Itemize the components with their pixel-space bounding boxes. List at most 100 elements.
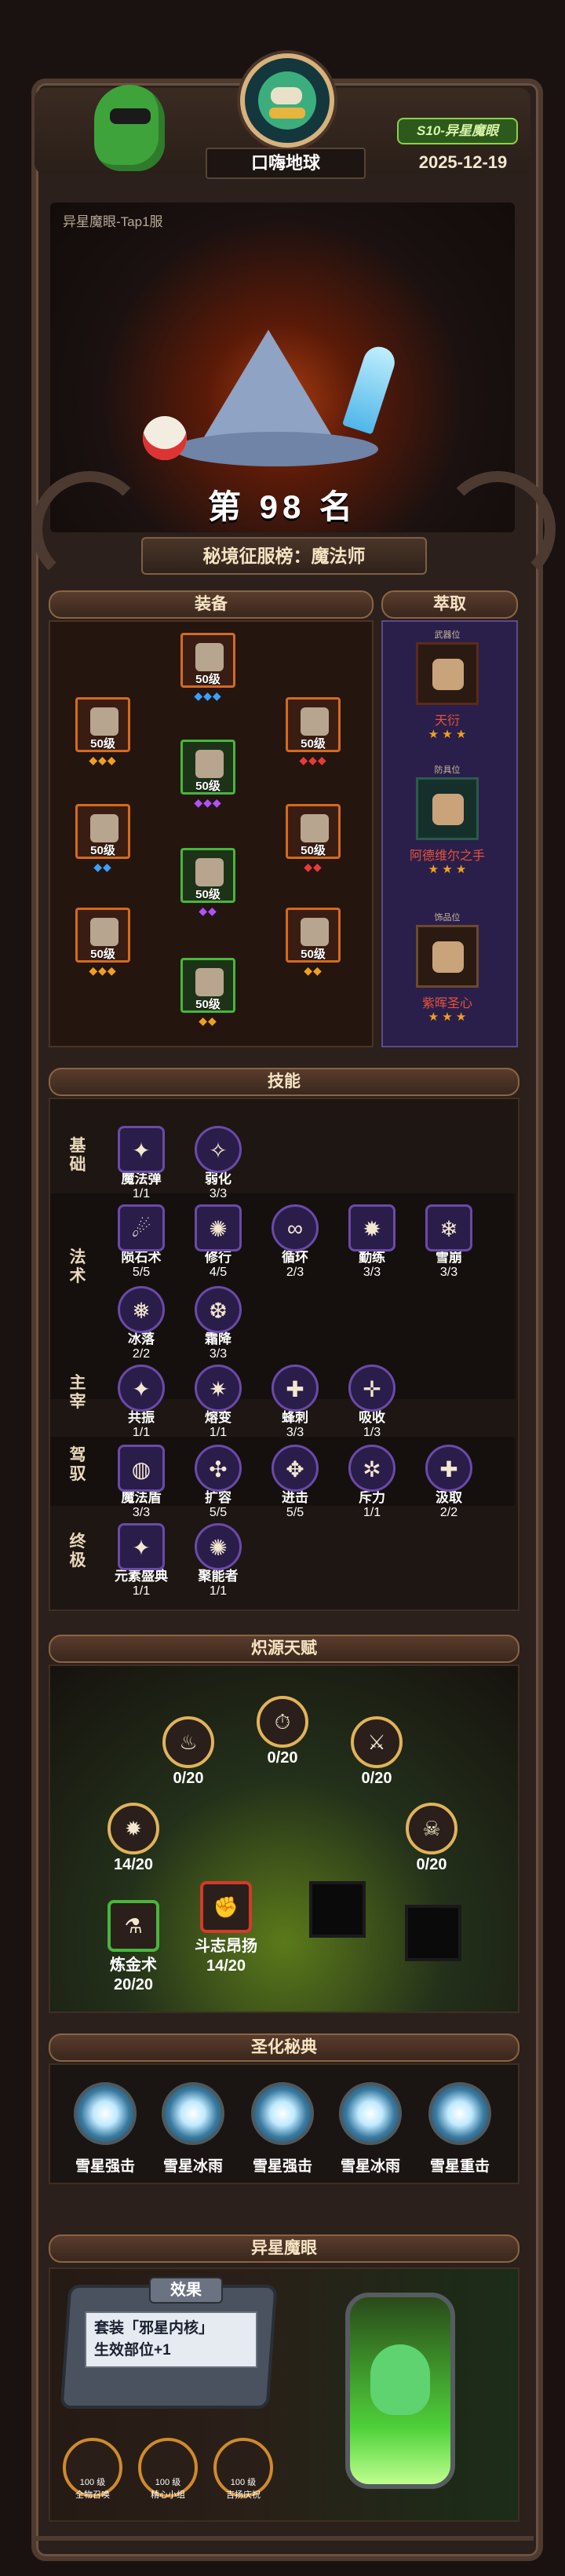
talent-glyph: ⚔	[367, 1730, 386, 1754]
skill-glyph: ✦	[132, 1377, 151, 1401]
talent-special[interactable]: ⚗ 炼金术 20/20	[102, 1900, 165, 1994]
talent-icon: ✹	[108, 1803, 159, 1854]
sacred-orb-icon[interactable]	[251, 2082, 314, 2145]
talent-title: 炽源天赋	[49, 1635, 519, 1663]
skill-glyph: ✺	[209, 1217, 228, 1241]
talent-special-icon: ⚗	[108, 1900, 159, 1952]
talent-node[interactable]: ⏱ 0/20	[251, 1696, 314, 1767]
skill-glyph: ❅	[132, 1299, 151, 1323]
skill-name: 勤练	[359, 1250, 385, 1265]
skill-item[interactable]: ✦ 元素盛典 1/1	[110, 1523, 173, 1599]
equipment-slot[interactable]: 50级	[180, 633, 235, 688]
talent-glyph: ✹	[125, 1817, 142, 1840]
skill-item[interactable]: ✺ 聚能者 1/1	[187, 1523, 250, 1599]
skill-item[interactable]: ✚ 蜂刺 3/3	[264, 1365, 326, 1440]
skill-name: 聚能者	[198, 1569, 239, 1584]
skill-item[interactable]: ✦ 魔法弹 1/1	[110, 1126, 173, 1201]
armor-icon	[432, 794, 464, 825]
skill-item[interactable]: ✚ 汲取 2/2	[417, 1445, 480, 1520]
alien-eye-mini[interactable]: 100 级吉扬庆祝	[213, 2438, 273, 2500]
equipment-level: 50级	[301, 737, 326, 751]
skill-item[interactable]: ✷ 熔变 1/1	[187, 1365, 250, 1440]
skills-title: 技能	[49, 1068, 519, 1096]
effect-tab: 效果	[149, 2277, 223, 2304]
equipment-level: 50级	[301, 844, 326, 857]
extract-slot-tag: 防具位	[434, 765, 461, 775]
talent-node[interactable]: ☠ 0/20	[400, 1803, 463, 1874]
skill-item[interactable]: ❄ 雪崩 3/3	[417, 1204, 480, 1280]
sacred-orb-icon[interactable]	[162, 2082, 224, 2145]
skill-item[interactable]: ❆ 霜降 3/3	[187, 1286, 250, 1361]
skill-item[interactable]: ✥ 进击 5/5	[264, 1445, 326, 1520]
skill-item[interactable]: ✹ 勤练 3/3	[341, 1204, 403, 1280]
skill-icon: ✛	[348, 1365, 396, 1412]
extract-armor-slot[interactable]	[416, 777, 479, 840]
skill-item[interactable]: ✛ 吸收 1/3	[341, 1365, 403, 1440]
talent-special[interactable]: ✊ 斗志昂扬 14/20	[195, 1881, 257, 1975]
alien-eye-mini[interactable]: 100 级全物召唤	[63, 2438, 122, 2500]
necklace-icon	[432, 941, 464, 973]
empty-talent-slot	[405, 1905, 461, 1961]
equipment-slot[interactable]: 50级	[75, 804, 130, 859]
skill-row-label: 法术	[69, 1248, 86, 1285]
skill-item[interactable]: ∞ 循环 2/3	[264, 1204, 326, 1280]
server-name: 异星魔眼-Tap1服	[63, 214, 163, 229]
talent-node[interactable]: ⚔ 0/20	[345, 1716, 408, 1788]
equipment-slot[interactable]: 50级	[180, 958, 235, 1013]
skill-item[interactable]: ✺ 修行 4/5	[187, 1204, 250, 1280]
skill-icon: ✷	[195, 1365, 242, 1412]
skill-item[interactable]: ✦ 共振 1/1	[110, 1365, 173, 1440]
footer-ornament	[31, 2536, 534, 2564]
equipment-item-icon	[90, 707, 118, 736]
skill-row-label: 主宰	[69, 1374, 86, 1411]
skill-name: 循环	[282, 1250, 308, 1265]
hero-figure	[143, 298, 399, 487]
equipment-slot[interactable]: 50级	[286, 908, 341, 963]
skill-count: 5/5	[286, 1506, 304, 1519]
skill-item[interactable]: ☄ 陨石术 5/5	[110, 1204, 173, 1280]
avatar[interactable]	[240, 53, 334, 148]
sacred-orb-icon[interactable]	[428, 2082, 491, 2145]
alien-eye-mini[interactable]: 100 级精心小组	[138, 2438, 198, 2500]
skill-count: 1/1	[209, 1584, 228, 1598]
talent-glyph: ⏱	[274, 1710, 291, 1734]
equipment-slot[interactable]: 50级	[75, 697, 130, 752]
skill-item[interactable]: ✲ 斥力 1/1	[341, 1445, 403, 1520]
skill-item[interactable]: ◍ 魔法盾 3/3	[110, 1445, 173, 1520]
talent-value: 0/20	[416, 1856, 447, 1873]
sacred-orb-icon[interactable]	[339, 2082, 402, 2145]
sacred-orb-label: 雪星强击	[252, 2158, 312, 2175]
talent-special-icon: ✊	[200, 1881, 252, 1933]
skill-count: 3/3	[363, 1266, 381, 1279]
equipment-slot[interactable]: 50级	[286, 697, 341, 752]
extract-item-name: 紫晖圣心	[421, 997, 472, 1010]
sacred-orb-label: 雪星冰雨	[340, 2158, 400, 2175]
season-badge: S10-异星魔眼	[397, 118, 518, 144]
equipment-slot[interactable]: 50级	[286, 804, 341, 859]
equipment-slot[interactable]: 50级	[180, 740, 235, 795]
skill-name: 魔法弹	[121, 1171, 162, 1186]
skill-count: 1/1	[132, 1584, 151, 1598]
extract-weapon-slot[interactable]	[416, 642, 479, 705]
equipment-slot[interactable]: 50级	[180, 848, 235, 903]
talent-value: 14/20	[206, 1957, 246, 1975]
gem-row: ◆◆	[304, 860, 323, 873]
skill-icon: ✲	[348, 1445, 396, 1492]
gem-row: ◆◆◆	[299, 754, 327, 766]
skill-icon: ✦	[118, 1365, 165, 1412]
talent-node[interactable]: ✹ 14/20	[102, 1803, 165, 1874]
skill-item[interactable]: ❅ 冰落 2/2	[110, 1286, 173, 1361]
skill-item[interactable]: ✣ 扩容 5/5	[187, 1445, 250, 1520]
skill-count: 5/5	[209, 1506, 228, 1519]
sacred-orb-icon[interactable]	[74, 2082, 137, 2145]
skill-item[interactable]: ✧ 弱化 3/3	[187, 1126, 250, 1201]
avatar-face-icon	[258, 71, 316, 130]
equipment-item-icon	[195, 643, 224, 671]
extract-accessory-slot[interactable]	[416, 925, 479, 988]
talent-node[interactable]: ♨ 0/20	[157, 1716, 220, 1788]
skill-name: 扩容	[205, 1490, 231, 1505]
skill-glyph: ✺	[209, 1536, 228, 1560]
skill-icon: ✺	[195, 1204, 242, 1251]
rank-label: 秘境征服榜：魔法师	[141, 537, 427, 575]
equipment-slot[interactable]: 50级	[75, 908, 130, 963]
